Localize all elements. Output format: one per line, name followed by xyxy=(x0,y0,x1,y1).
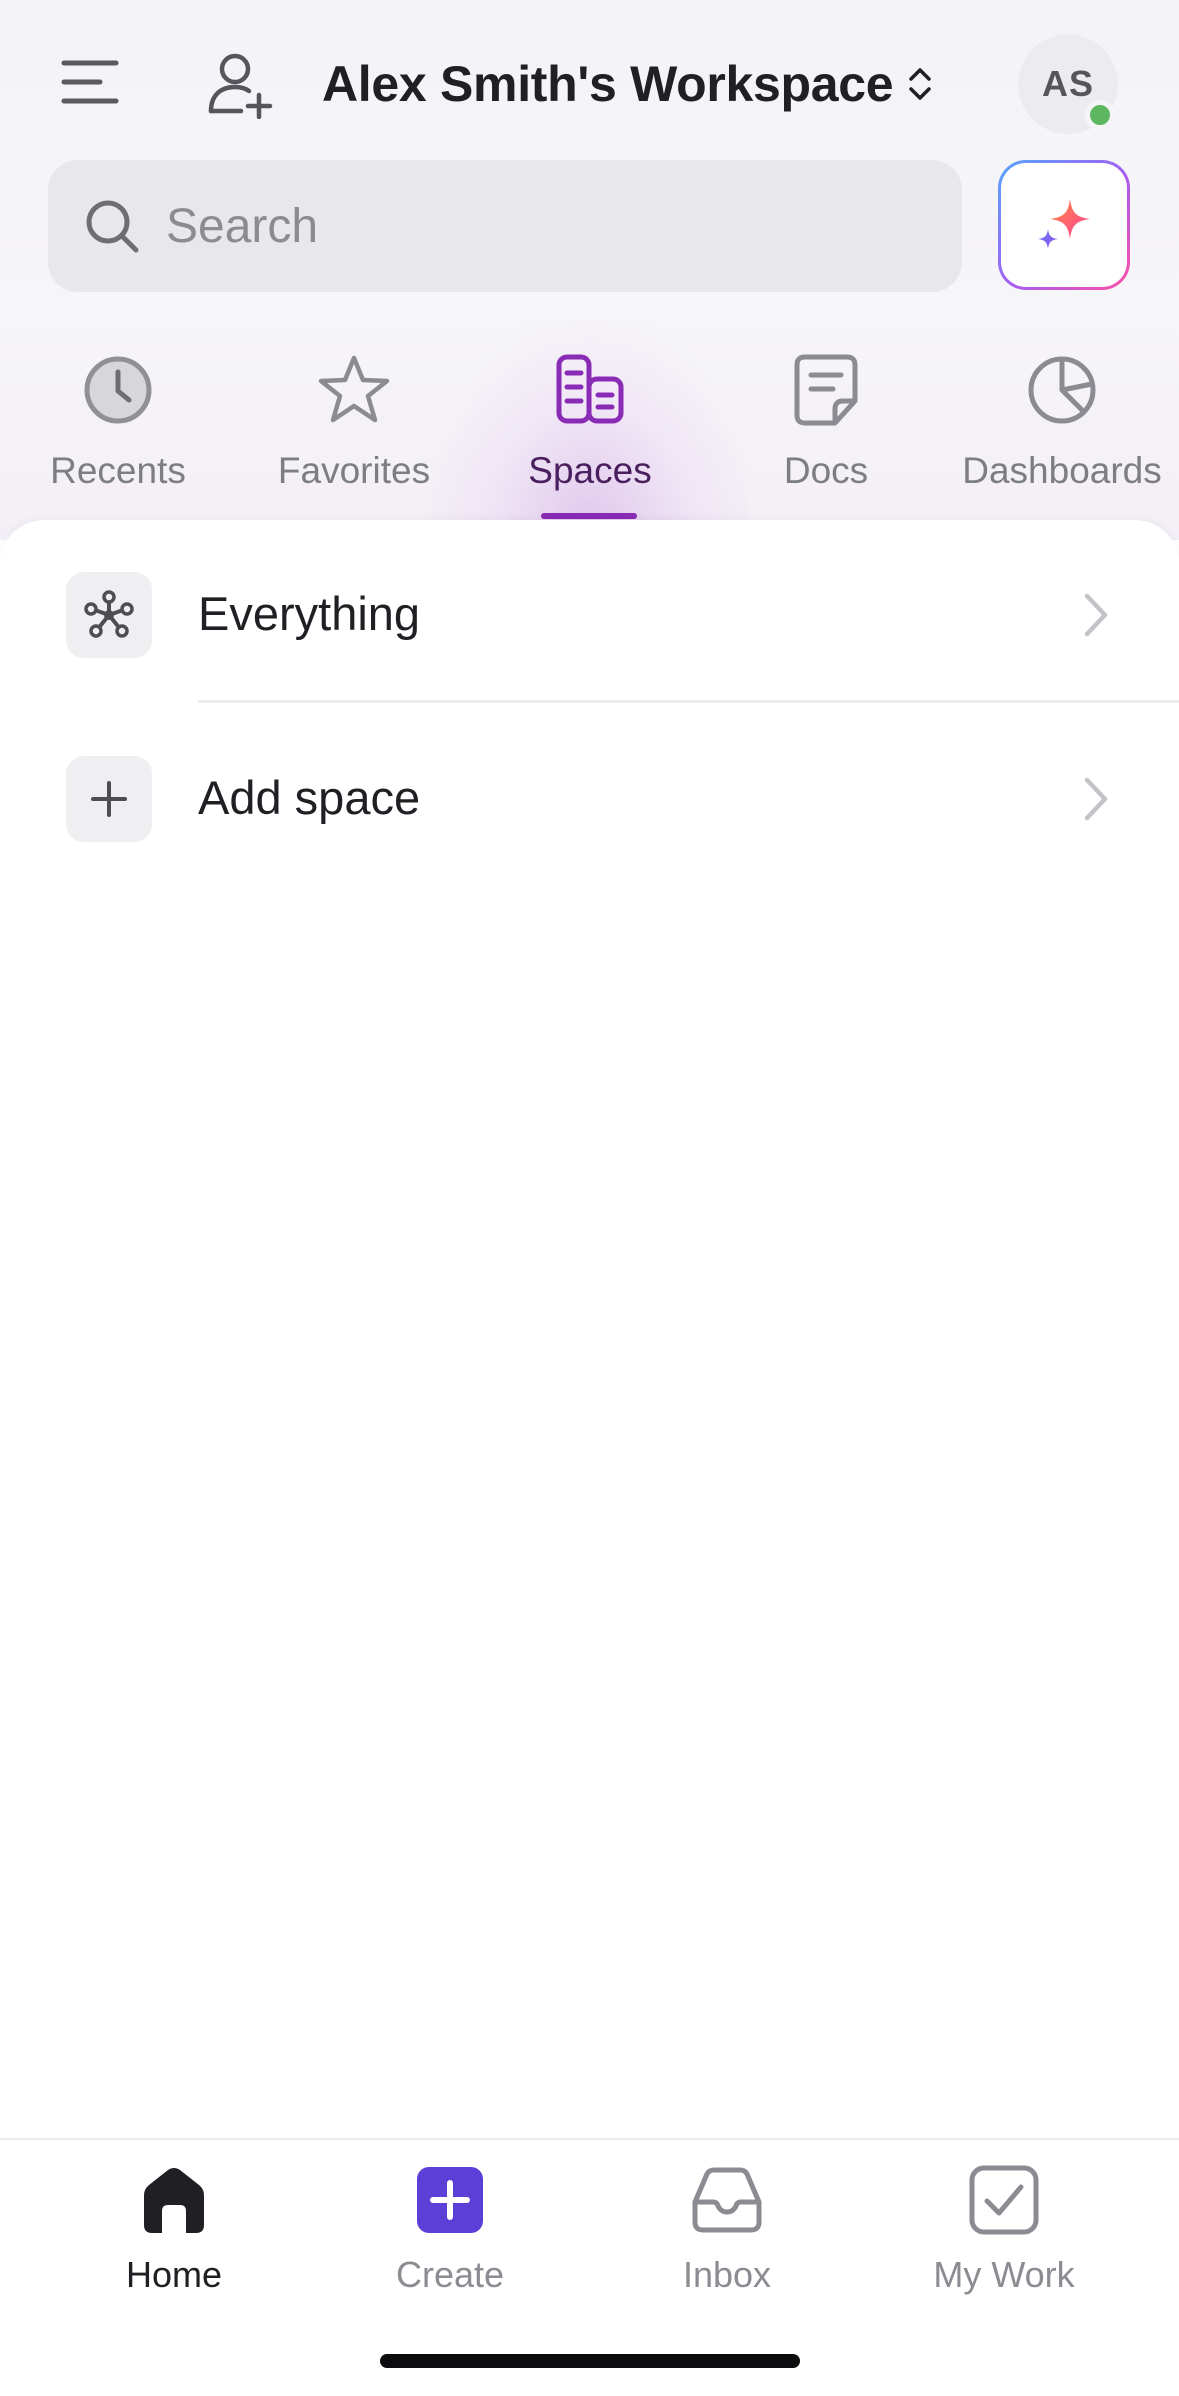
row-icon-container xyxy=(66,572,152,658)
home-tabs: Recents Favorites Spaces Docs Dashboards xyxy=(0,350,1179,520)
spaces-icon xyxy=(556,354,624,424)
tab-label: Favorites xyxy=(277,450,431,491)
add-user-icon xyxy=(208,53,273,119)
search-bar[interactable] xyxy=(48,160,962,292)
nav-create[interactable]: Create xyxy=(330,2162,570,2312)
nav-inbox[interactable]: Inbox xyxy=(607,2162,847,2312)
checkbox-icon xyxy=(969,2165,1039,2235)
create-icon xyxy=(417,2167,483,2233)
home-indicator xyxy=(380,2354,800,2368)
pie-chart-icon xyxy=(1028,356,1096,424)
tab-spaces[interactable]: Spaces xyxy=(472,350,708,520)
invite-user-button[interactable] xyxy=(200,44,280,124)
inbox-icon xyxy=(692,2167,762,2233)
tab-label: Dashboards xyxy=(962,450,1162,491)
tab-favorites[interactable]: Favorites xyxy=(236,350,472,520)
doc-icon xyxy=(794,354,858,426)
search-input[interactable] xyxy=(166,198,926,254)
clock-icon xyxy=(84,356,152,424)
header: Alex Smith's Workspace AS xyxy=(0,0,1179,160)
search-icon xyxy=(86,200,139,253)
active-tab-indicator xyxy=(541,513,637,519)
star-icon xyxy=(318,355,390,423)
home-icon xyxy=(144,2168,204,2233)
spaces-list: Everything Add space xyxy=(0,520,1179,2140)
nav-label: Create xyxy=(395,2254,505,2295)
hub-icon xyxy=(84,590,134,638)
nav-label: My Work xyxy=(933,2254,1075,2295)
ai-assistant-button[interactable] xyxy=(998,160,1130,290)
nav-label: Home xyxy=(125,2254,223,2295)
tab-label: Spaces xyxy=(528,450,652,491)
list-item-everything[interactable]: Everything xyxy=(0,520,1179,700)
sparkle-icon xyxy=(1038,199,1090,249)
plus-icon xyxy=(91,781,127,817)
chevron-up-down-icon xyxy=(909,68,932,100)
list-item-add-space[interactable]: Add space xyxy=(0,704,1179,884)
tab-recents[interactable]: Recents xyxy=(0,350,236,520)
nav-home[interactable]: Home xyxy=(54,2162,294,2312)
chevron-right-icon xyxy=(1084,593,1108,637)
nav-my-work[interactable]: My Work xyxy=(884,2162,1124,2312)
tab-label: Docs xyxy=(783,450,869,491)
tab-dashboards[interactable]: Dashboards xyxy=(944,350,1179,520)
list-item-label: Everything xyxy=(198,587,421,640)
online-status-badge xyxy=(1085,100,1115,130)
tab-docs[interactable]: Docs xyxy=(708,350,944,520)
workspace-title: Alex Smith's Workspace xyxy=(322,56,894,112)
tab-label: Recents xyxy=(50,450,186,491)
avatar-initials: AS xyxy=(1041,63,1094,104)
nav-label: Inbox xyxy=(682,2254,772,2295)
list-divider xyxy=(198,700,1179,703)
menu-button[interactable] xyxy=(52,50,128,114)
chevron-right-icon xyxy=(1084,777,1108,821)
list-item-label: Add space xyxy=(198,771,421,824)
workspace-switcher[interactable]: Alex Smith's Workspace xyxy=(322,44,933,124)
row-icon-container xyxy=(66,756,152,842)
hamburger-menu-icon xyxy=(61,60,119,104)
